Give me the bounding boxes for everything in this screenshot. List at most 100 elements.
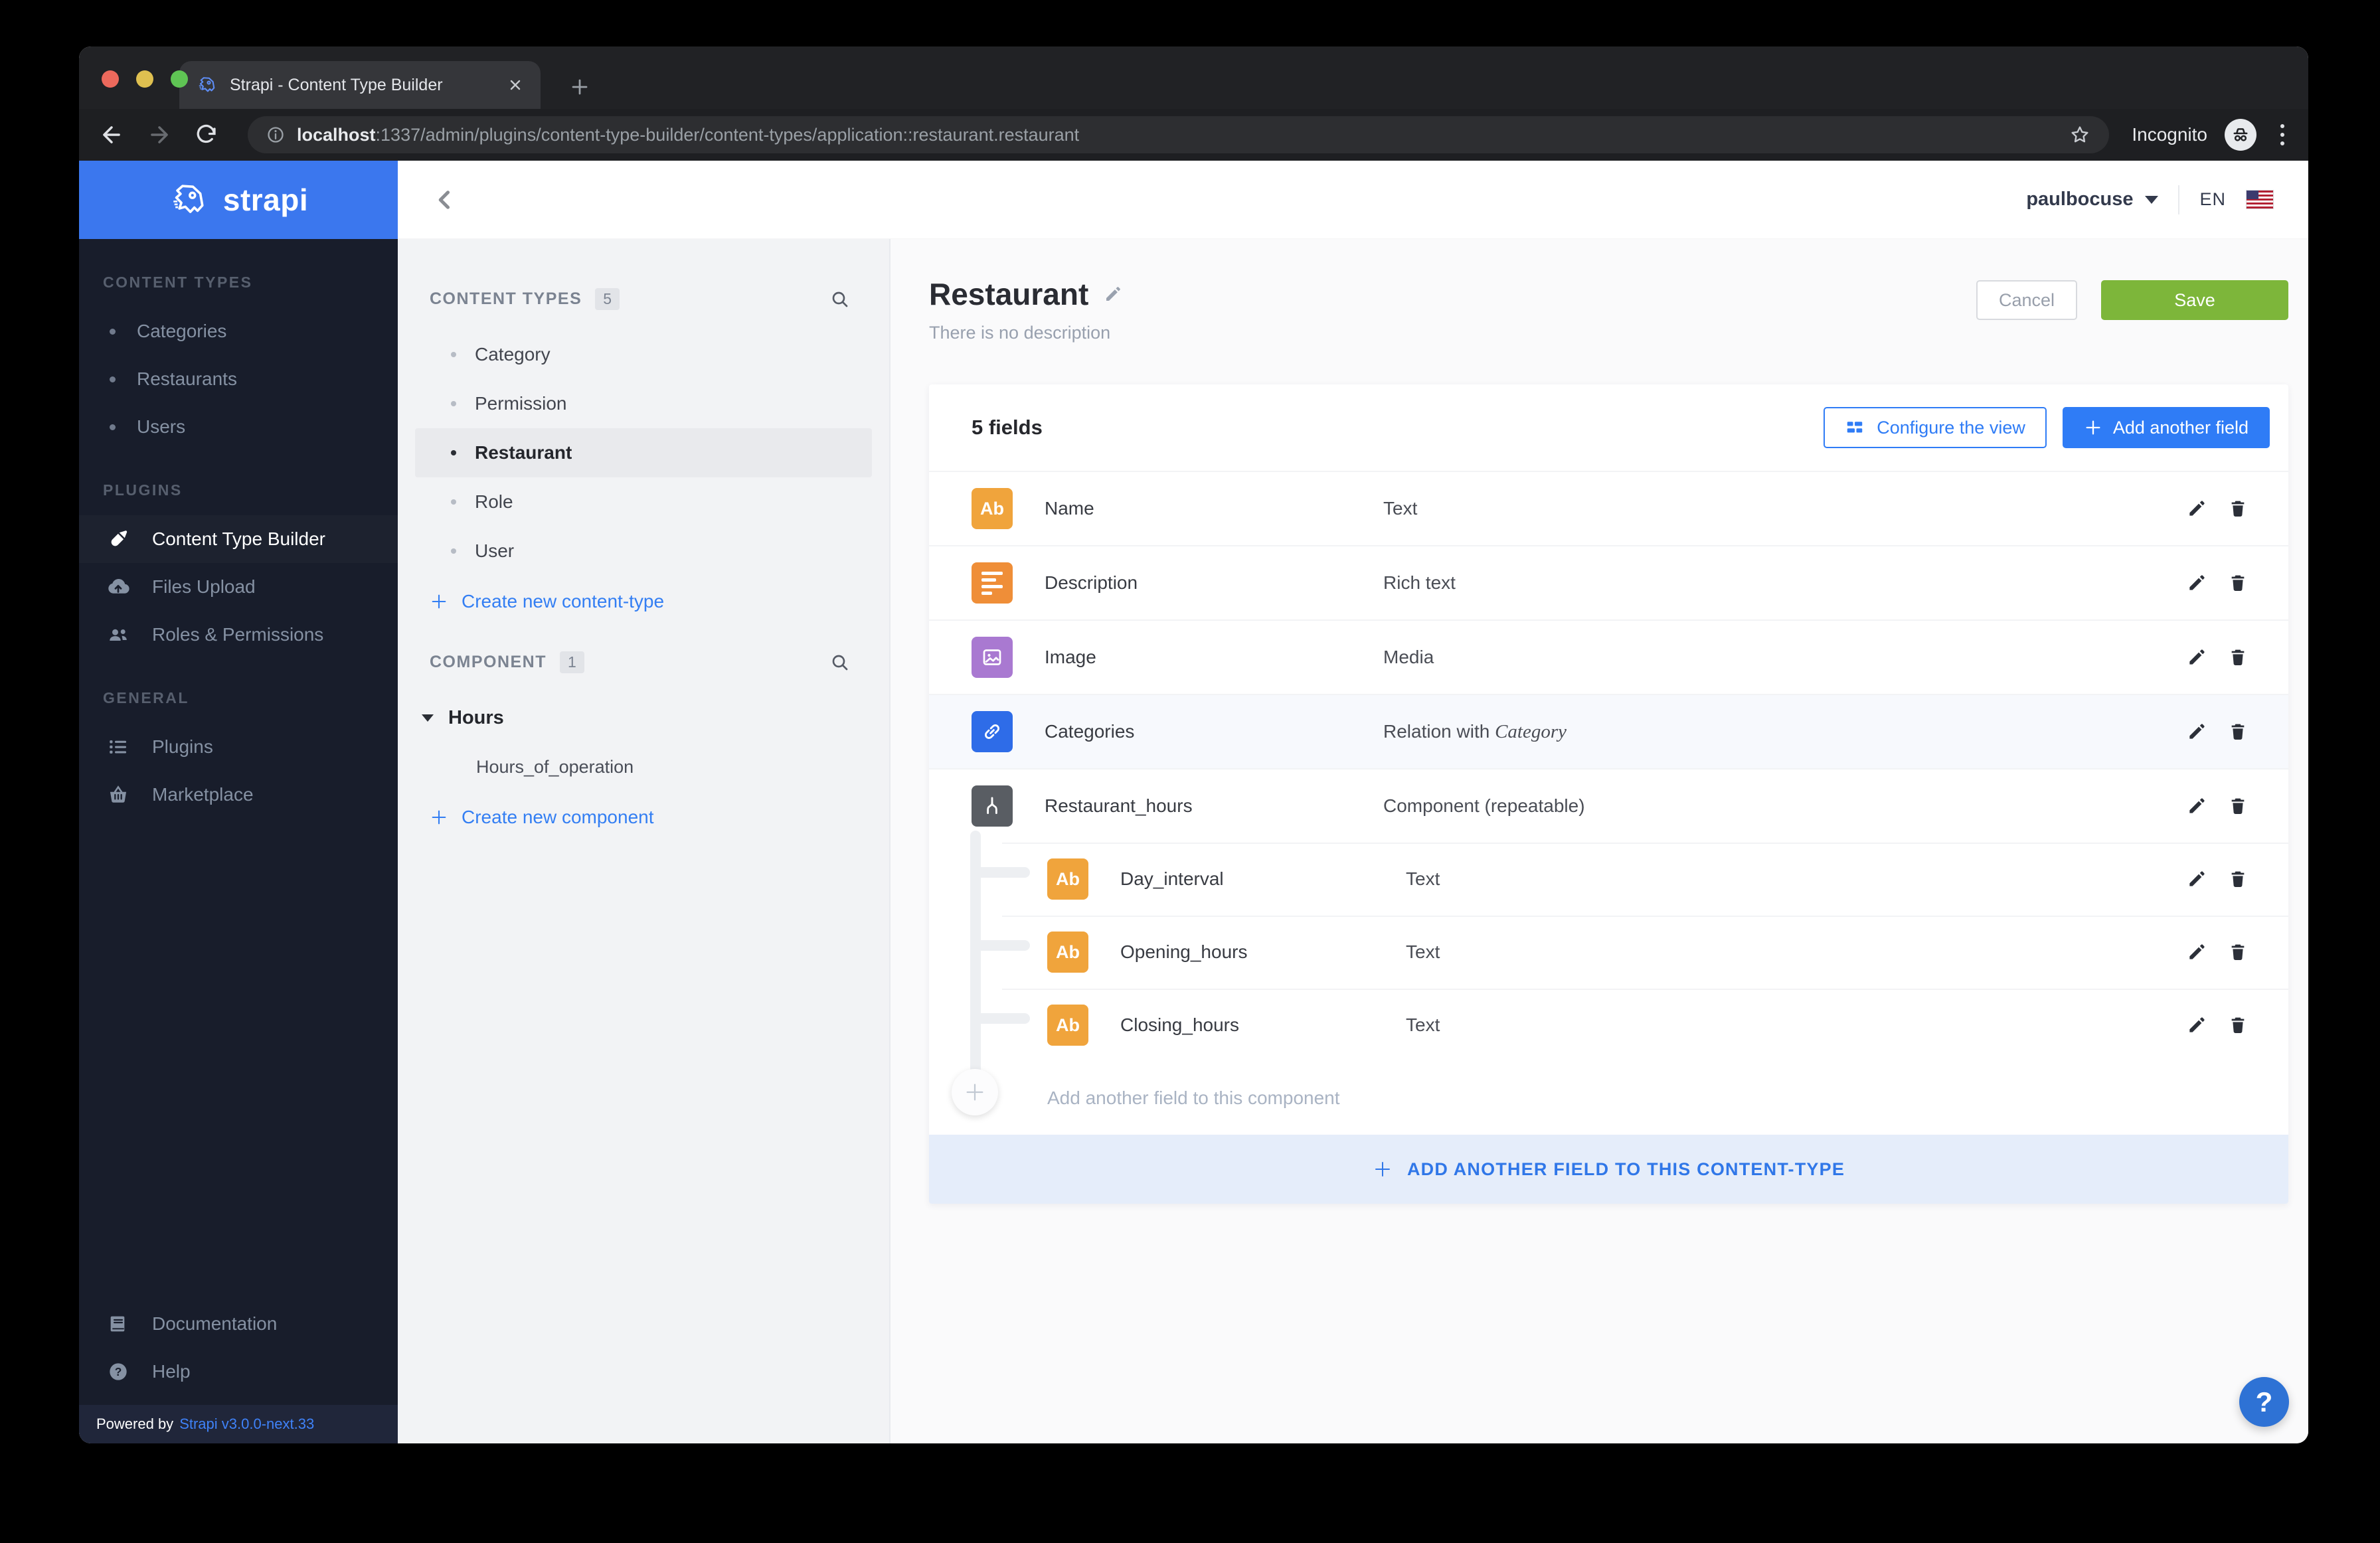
field-row-description[interactable]: Description Rich text xyxy=(929,545,2288,619)
sidebar-item-restaurants[interactable]: Restaurants xyxy=(79,355,398,403)
save-button[interactable]: Save xyxy=(2101,280,2288,320)
bullet-icon xyxy=(110,424,116,430)
add-content-type-field-button[interactable]: ADD ANOTHER FIELD TO THIS CONTENT-TYPE xyxy=(929,1135,2288,1204)
delete-field-trash-icon[interactable] xyxy=(2227,498,2249,519)
search-icon[interactable] xyxy=(829,652,851,673)
field-type: Component (repeatable) xyxy=(1383,795,1585,816)
address-bar[interactable]: localhost:1337/admin/plugins/content-typ… xyxy=(248,116,2110,153)
title-block: Restaurant There is no description xyxy=(929,276,1123,343)
sidebar-item-marketplace[interactable]: Marketplace xyxy=(79,771,398,819)
field-type: Rich text xyxy=(1383,572,1456,593)
component-group-hours[interactable]: Hours xyxy=(398,693,889,742)
bookmark-star-icon[interactable] xyxy=(2069,124,2090,145)
sidebar-item-categories[interactable]: Categories xyxy=(79,307,398,355)
edit-field-pencil-icon[interactable] xyxy=(2186,795,2207,817)
field-row-day-interval[interactable]: Ab Day_interval Text xyxy=(929,843,2288,916)
main-sidebar: CONTENT TYPES Categories Restaurants Use… xyxy=(79,239,398,1443)
component-icon xyxy=(972,785,1013,827)
site-info-icon[interactable] xyxy=(266,125,285,144)
components-section-header: COMPONENT 1 xyxy=(398,651,889,673)
delete-field-trash-icon[interactable] xyxy=(2227,868,2249,890)
search-icon[interactable] xyxy=(829,289,851,310)
paintbrush-icon xyxy=(106,528,131,550)
sidebar-item-files-upload[interactable]: Files Upload xyxy=(79,563,398,611)
edit-field-pencil-icon[interactable] xyxy=(2186,721,2207,742)
delete-field-trash-icon[interactable] xyxy=(2227,795,2249,817)
add-component-field-plus-button[interactable] xyxy=(952,1069,998,1115)
edit-title-pencil-icon[interactable] xyxy=(1103,284,1123,304)
help-fab-button[interactable]: ? xyxy=(2239,1377,2289,1427)
strapi-favicon-icon xyxy=(197,75,216,95)
delete-field-trash-icon[interactable] xyxy=(2227,941,2249,963)
delete-field-trash-icon[interactable] xyxy=(2227,721,2249,742)
field-row-restaurant-hours[interactable]: Restaurant_hours Component (repeatable) xyxy=(929,768,2288,843)
sidebar-sections: CONTENT TYPES Categories Restaurants Use… xyxy=(79,239,398,1300)
builder-item-role[interactable]: Role xyxy=(398,477,889,527)
reload-button[interactable] xyxy=(195,123,218,147)
sidebar-item-help[interactable]: ? Help xyxy=(79,1348,398,1396)
builder-item-category[interactable]: Category xyxy=(398,330,889,379)
sidebar-item-roles-permissions[interactable]: Roles & Permissions xyxy=(79,611,398,659)
cancel-button[interactable]: Cancel xyxy=(1976,280,2077,320)
field-row-categories[interactable]: Categories Relation with Category xyxy=(929,694,2288,768)
zoom-window-button[interactable] xyxy=(171,70,188,88)
edit-field-pencil-icon[interactable] xyxy=(2186,941,2207,963)
sidebar-item-content-type-builder[interactable]: Content Type Builder xyxy=(79,515,398,563)
back-button[interactable] xyxy=(99,122,124,147)
browser-tabstrip: Strapi - Content Type Builder xyxy=(79,46,2308,109)
forward-button[interactable] xyxy=(147,122,172,147)
edit-field-pencil-icon[interactable] xyxy=(2186,868,2207,890)
minimize-window-button[interactable] xyxy=(136,70,153,88)
create-component-link[interactable]: Create new component xyxy=(398,791,889,843)
configure-view-button[interactable]: Configure the view xyxy=(1824,407,2047,448)
sidebar-item-users[interactable]: Users xyxy=(79,403,398,451)
delete-field-trash-icon[interactable] xyxy=(2227,572,2249,594)
strapi-version-link[interactable]: Strapi v3.0.0-next.33 xyxy=(179,1416,314,1433)
field-row-image[interactable]: Image Media xyxy=(929,619,2288,694)
add-component-field-row[interactable]: Add another field to this component xyxy=(929,1062,2288,1135)
bullet-icon xyxy=(451,499,456,505)
svg-text:?: ? xyxy=(115,1365,122,1378)
us-flag-icon[interactable] xyxy=(2246,190,2274,209)
close-window-button[interactable] xyxy=(102,70,119,88)
builder-item-user[interactable]: User xyxy=(398,527,889,576)
field-row-opening-hours[interactable]: Ab Opening_hours Text xyxy=(929,916,2288,989)
brand-name: strapi xyxy=(222,183,309,217)
browser-tab[interactable]: Strapi - Content Type Builder xyxy=(179,61,541,109)
strapi-logo[interactable]: strapi xyxy=(79,161,398,239)
new-tab-button[interactable] xyxy=(570,77,590,97)
component-item-hours-of-operation[interactable]: Hours_of_operation xyxy=(398,742,889,791)
builder-item-restaurant[interactable]: Restaurant xyxy=(415,428,872,477)
close-tab-icon[interactable] xyxy=(507,77,523,93)
sidebar-item-documentation[interactable]: Documentation xyxy=(79,1300,398,1348)
sidebar-item-plugins[interactable]: Plugins xyxy=(79,723,398,771)
field-name: Closing_hours xyxy=(1120,1015,1239,1035)
edit-field-pencil-icon[interactable] xyxy=(2186,1015,2207,1036)
user-menu[interactable]: paulbocuse xyxy=(2026,189,2159,210)
browser-menu-icon[interactable] xyxy=(2276,120,2288,149)
builder-item-permission[interactable]: Permission xyxy=(398,379,889,428)
edit-field-pencil-icon[interactable] xyxy=(2186,572,2207,594)
bullet-icon xyxy=(451,401,456,406)
field-name: Name xyxy=(1045,498,1094,519)
component-branch-line xyxy=(973,867,1030,878)
field-row-name[interactable]: Ab Name Text xyxy=(929,471,2288,545)
add-another-field-button[interactable]: Add another field xyxy=(2062,407,2270,448)
back-chevron-icon[interactable] xyxy=(398,188,492,212)
edit-field-pencil-icon[interactable] xyxy=(2186,647,2207,668)
delete-field-trash-icon[interactable] xyxy=(2227,1015,2249,1036)
plus-icon xyxy=(432,594,446,609)
field-row-closing-hours[interactable]: Ab Closing_hours Text xyxy=(929,989,2288,1062)
create-content-type-label: Create new content-type xyxy=(462,591,665,611)
window-controls[interactable] xyxy=(102,70,188,88)
field-name: Day_interval xyxy=(1120,868,1224,889)
bullet-icon xyxy=(110,376,116,382)
bullet-icon xyxy=(110,328,116,335)
page-title: Restaurant xyxy=(929,277,1089,311)
delete-field-trash-icon[interactable] xyxy=(2227,647,2249,668)
create-content-type-link[interactable]: Create new content-type xyxy=(398,576,889,627)
strapi-rocket-icon xyxy=(173,185,204,213)
locale-label[interactable]: EN xyxy=(2199,189,2226,210)
edit-field-pencil-icon[interactable] xyxy=(2186,498,2207,519)
incognito-icon xyxy=(2225,119,2256,151)
